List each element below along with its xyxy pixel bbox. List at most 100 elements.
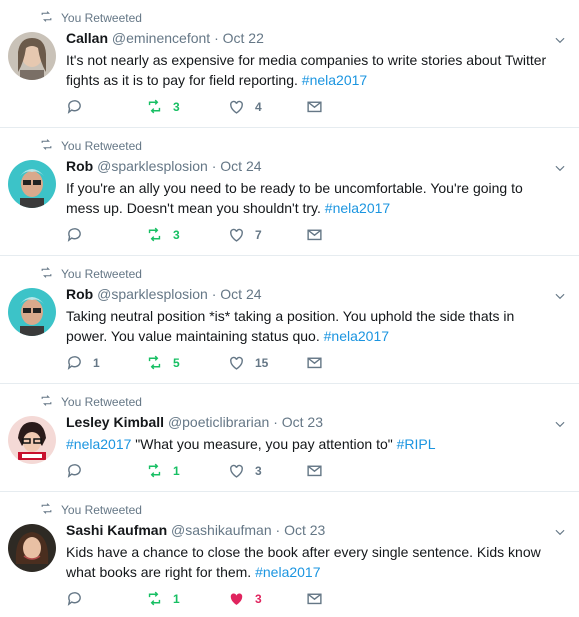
retweet-context: You Retweeted [40, 138, 142, 154]
author-handle[interactable]: @sparklesplosion [97, 158, 208, 174]
like-count: 7 [255, 227, 262, 242]
direct-message-button[interactable] [306, 354, 323, 371]
direct-message-button[interactable] [306, 226, 323, 243]
retweet-button[interactable]: 3 [146, 226, 180, 243]
tweet-date[interactable]: Oct 23 [282, 414, 323, 430]
retweet-button[interactable]: 1 [146, 590, 180, 607]
chevron-down-icon[interactable] [553, 161, 567, 175]
hashtag-link[interactable]: #RIPL [397, 436, 436, 452]
hashtag-link[interactable]: #nela2017 [324, 328, 389, 344]
heart-icon [230, 356, 243, 370]
tweet-date[interactable]: Oct 22 [223, 30, 264, 46]
heart-icon [230, 464, 243, 478]
timeline-feed: You Retweeted Callan @eminencefont · Oct… [0, 0, 579, 617]
hashtag-link[interactable]: #nela2017 [66, 436, 131, 452]
author-handle[interactable]: @eminencefont [112, 30, 210, 46]
author-name[interactable]: Rob [66, 158, 93, 174]
retweet-context: You Retweeted [40, 10, 142, 26]
tweet-text: Taking neutral position *is* taking a po… [66, 306, 556, 346]
reply-icon [67, 228, 81, 242]
like-count: 3 [255, 591, 262, 606]
retweet-count: 3 [173, 99, 180, 114]
author-handle[interactable]: @sparklesplosion [97, 286, 208, 302]
tweet-header: Rob @sparklesplosion · Oct 24 [66, 286, 262, 302]
tweet-body: "What you measure, you pay attention to" [131, 436, 397, 452]
tweet-1[interactable]: You Retweeted Callan @eminencefont · Oct… [0, 0, 579, 128]
dot-separator: · [211, 286, 217, 302]
mail-icon [307, 593, 322, 605]
retweet-icon [148, 99, 161, 114]
author-handle[interactable]: @poeticlibrarian [168, 414, 269, 430]
hashtag-link[interactable]: #nela2017 [325, 200, 390, 216]
like-button[interactable]: 4 [228, 98, 262, 115]
tweet-date[interactable]: Oct 23 [284, 522, 325, 538]
chevron-down-icon[interactable] [553, 525, 567, 539]
tweet-body: Taking neutral position *is* taking a po… [66, 308, 515, 344]
direct-message-button[interactable] [306, 590, 323, 607]
avatar[interactable] [8, 416, 56, 464]
author-handle[interactable]: @sashikaufman [171, 522, 272, 538]
retweet-count: 5 [173, 355, 180, 370]
author-name[interactable]: Callan [66, 30, 108, 46]
reply-button[interactable] [66, 590, 93, 607]
tweet-actions: 1 3 [66, 590, 366, 610]
direct-message-button[interactable] [306, 462, 323, 479]
like-count: 15 [255, 355, 269, 370]
retweet-icon [148, 591, 161, 606]
dot-separator: · [211, 158, 217, 174]
avatar[interactable] [8, 288, 56, 336]
retweet-context-icon [40, 138, 53, 154]
chevron-down-icon[interactable] [553, 289, 567, 303]
avatar[interactable] [8, 32, 56, 80]
like-button[interactable]: 15 [228, 354, 268, 371]
retweet-count: 1 [173, 591, 180, 606]
like-count: 3 [255, 463, 262, 478]
reply-button[interactable] [66, 226, 93, 243]
tweet-3[interactable]: You Retweeted Rob @sparklesplosion · Oct… [0, 256, 579, 384]
dot-separator: · [273, 414, 278, 430]
reply-icon [67, 464, 81, 478]
tweet-date[interactable]: Oct 24 [220, 158, 261, 174]
tweet-5[interactable]: You Retweeted Sashi Kaufman @sashikaufma… [0, 492, 579, 617]
reply-icon [67, 100, 81, 114]
author-name[interactable]: Rob [66, 286, 93, 302]
retweet-count: 3 [173, 227, 180, 242]
retweet-context-icon [40, 394, 53, 410]
tweet-4[interactable]: You Retweeted Lesley Kimball @poeticlibr… [0, 384, 579, 492]
retweet-context-label: You Retweeted [61, 267, 142, 281]
tweet-body: If you're an ally you need to be ready t… [66, 180, 523, 216]
retweet-button[interactable]: 3 [146, 98, 180, 115]
reply-button[interactable]: 1 [66, 354, 100, 371]
retweet-icon [148, 355, 161, 370]
mail-icon [307, 101, 322, 113]
avatar[interactable] [8, 524, 56, 572]
tweet-header: Lesley Kimball @poeticlibrarian · Oct 23 [66, 414, 323, 430]
reply-button[interactable] [66, 98, 93, 115]
tweet-actions: 1 3 [66, 462, 366, 482]
like-button[interactable]: 3 [228, 462, 262, 479]
chevron-down-icon[interactable] [553, 33, 567, 47]
like-button[interactable]: 3 [228, 590, 262, 607]
retweet-button[interactable]: 5 [146, 354, 180, 371]
hashtag-link[interactable]: #nela2017 [255, 564, 320, 580]
tweet-date[interactable]: Oct 24 [220, 286, 261, 302]
tweet-2[interactable]: You Retweeted Rob @sparklesplosion · Oct… [0, 128, 579, 256]
chevron-down-icon[interactable] [553, 417, 567, 431]
hashtag-link[interactable]: #nela2017 [302, 72, 367, 88]
tweet-actions: 1 5 15 [66, 354, 366, 374]
retweet-button[interactable]: 1 [146, 462, 180, 479]
like-button[interactable]: 7 [228, 226, 262, 243]
retweet-context-icon [40, 502, 53, 518]
retweet-context: You Retweeted [40, 266, 142, 282]
mail-icon [307, 465, 322, 477]
author-name[interactable]: Sashi Kaufman [66, 522, 167, 538]
avatar[interactable] [8, 160, 56, 208]
retweet-count: 1 [173, 463, 180, 478]
author-name[interactable]: Lesley Kimball [66, 414, 164, 430]
tweet-actions: 3 4 [66, 98, 366, 118]
heart-icon [230, 228, 243, 242]
retweet-icon [148, 227, 161, 242]
retweet-context-label: You Retweeted [61, 395, 142, 409]
direct-message-button[interactable] [306, 98, 323, 115]
reply-button[interactable] [66, 462, 93, 479]
